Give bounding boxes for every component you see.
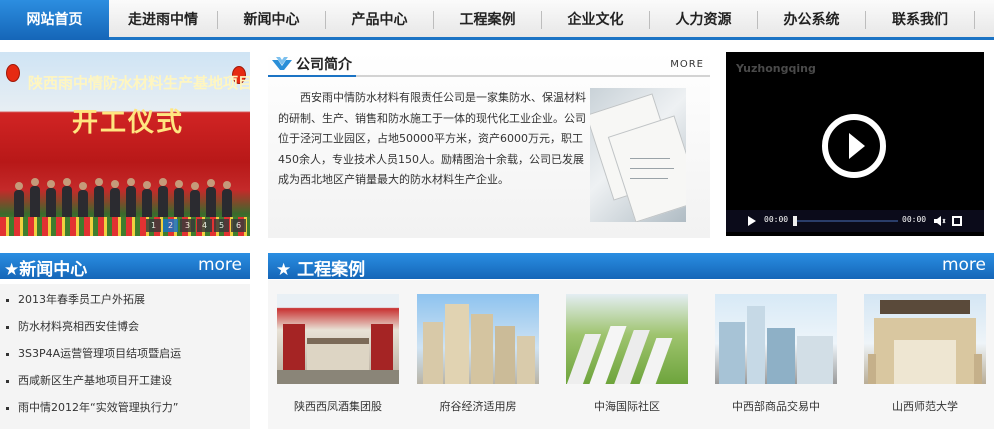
- bullet-icon: [6, 325, 9, 329]
- volume-icon[interactable]: [934, 216, 946, 226]
- case-image-shanxi-university: [864, 294, 986, 384]
- cases-gallery: 陕西西凤酒集团股 府谷经济适用房 中海国际社区 中西部商品交易中 山西师范大学: [268, 280, 994, 429]
- video-watermark: Yuzhongqing: [736, 62, 816, 75]
- slide-dot[interactable]: 6: [231, 219, 246, 232]
- case-caption: 山西师范大学: [892, 400, 958, 413]
- news-item[interactable]: 西咸新区生产基地项目开工建设: [6, 372, 172, 388]
- slide-dot[interactable]: 3: [180, 219, 195, 232]
- video-current-time: 00:00: [764, 215, 789, 224]
- slide-dot[interactable]: 1: [146, 219, 161, 232]
- bullet-icon: [6, 298, 9, 302]
- nav-item-hr[interactable]: 人力资源: [650, 0, 757, 40]
- news-section-title: ★新闻中心: [4, 260, 88, 280]
- nav-item-home[interactable]: 网站首页: [0, 0, 109, 40]
- news-item[interactable]: 3S3P4A运营管理项目结项暨启运: [6, 345, 181, 361]
- case-image-fugu: [417, 294, 539, 384]
- case-caption: 中海国际社区: [594, 400, 660, 413]
- nav-item-cases[interactable]: 工程案例: [434, 0, 541, 40]
- slide-dot[interactable]: 2: [163, 219, 178, 232]
- nav-item-culture[interactable]: 企业文化: [542, 0, 649, 40]
- cases-section-header: ★ 工程案例 more: [268, 253, 994, 280]
- cases-section-title: ★ 工程案例: [276, 260, 366, 280]
- fullscreen-icon[interactable]: [952, 216, 962, 226]
- news-item[interactable]: 雨中情2012年“实效管理执行力”: [6, 399, 178, 415]
- company-intro-title: 公司简介: [296, 57, 352, 73]
- case-caption: 中西部商品交易中: [732, 400, 820, 413]
- lantern-icon: [6, 64, 20, 82]
- slide-pager: 1 2 3 4 5 6: [146, 219, 246, 232]
- magazine-image: [590, 88, 686, 222]
- nav-item-products[interactable]: 产品中心: [326, 0, 433, 40]
- ribbon-icon: [272, 57, 292, 70]
- video-player[interactable]: Yuzhongqing 00:00 00:00: [726, 52, 984, 236]
- case-image-trade-center: [715, 294, 837, 384]
- bullet-icon: [6, 406, 9, 410]
- cases-more-link[interactable]: more: [942, 255, 986, 275]
- nav-item-office[interactable]: 办公系统: [758, 0, 865, 40]
- nav-separator: [974, 11, 975, 29]
- nav-item-news[interactable]: 新闻中心: [218, 0, 325, 40]
- company-intro-more-link[interactable]: MORE: [670, 59, 704, 70]
- banner-title: 陕西雨中情防水材料生产基地项目: [28, 74, 250, 92]
- slide-dot[interactable]: 5: [214, 219, 229, 232]
- nav-item-contact[interactable]: 联系我们: [866, 0, 974, 40]
- news-item[interactable]: 2013年春季员工户外拓展: [6, 291, 145, 307]
- case-image-fengjiu: [277, 294, 399, 384]
- bullet-icon: [6, 379, 9, 383]
- news-more-link[interactable]: more: [198, 255, 242, 275]
- case-caption: 府谷经济适用房: [439, 400, 517, 413]
- main-nav: 网站首页 走进雨中情 新闻中心 产品中心 工程案例 企业文化 人力资源 办公系统…: [0, 0, 994, 40]
- company-intro-panel: 公司简介 MORE 西安雨中情防水材料有限责任公司是一家集防水、保温材料的研制、…: [268, 52, 710, 238]
- bullet-icon: [6, 352, 9, 356]
- play-button-icon[interactable]: [748, 216, 756, 226]
- case-caption: 陕西西凤酒集团股: [294, 400, 382, 413]
- video-total-time: 00:00: [902, 215, 927, 224]
- header-underline: [268, 75, 356, 77]
- nav-item-about[interactable]: 走进雨中情: [109, 0, 217, 40]
- video-progress-handle[interactable]: [793, 216, 797, 226]
- play-icon[interactable]: [822, 114, 886, 178]
- case-image-zhonghai: [566, 294, 688, 384]
- company-intro-text: 西安雨中情防水材料有限责任公司是一家集防水、保温材料的研制、生产、销售和防水施工…: [278, 91, 586, 186]
- slide-dot[interactable]: 4: [197, 219, 212, 232]
- video-progress-track[interactable]: [794, 220, 898, 222]
- banner-slideshow[interactable]: 陕西雨中情防水材料生产基地项目 开工仪式 1 2 3 4 5 6: [0, 52, 250, 236]
- news-item[interactable]: 防水材料亮相西安佳博会: [6, 318, 139, 334]
- banner-subtitle: 开工仪式: [72, 108, 185, 138]
- news-list: 2013年春季员工户外拓展 防水材料亮相西安佳博会 3S3P4A运营管理项目结项…: [0, 284, 250, 429]
- news-section-header: ★新闻中心 more: [0, 253, 250, 280]
